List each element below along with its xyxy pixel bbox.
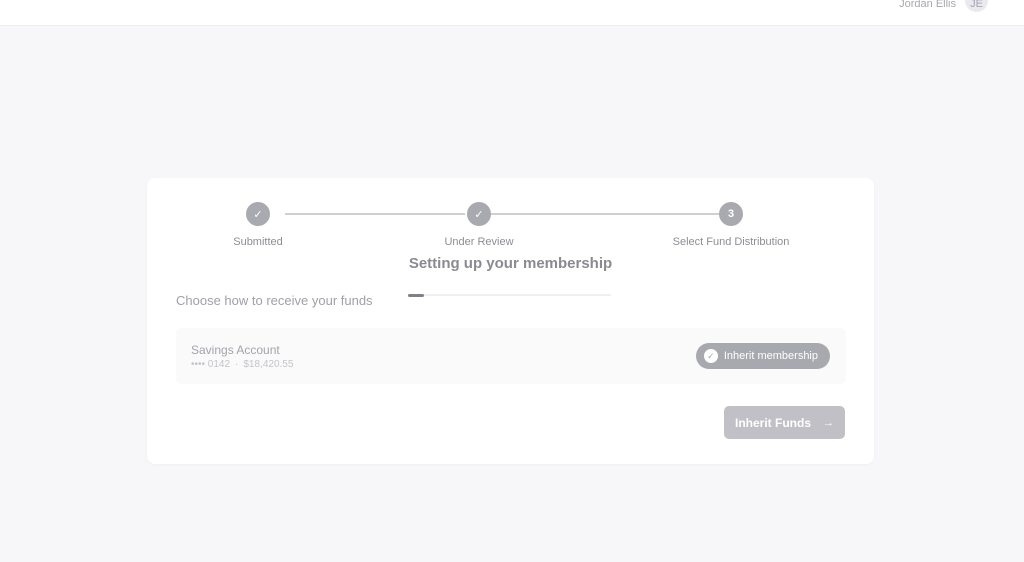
account-separator: · [235, 359, 239, 370]
inherit-funds-button[interactable]: Inherit Funds → [724, 406, 845, 439]
avatar[interactable]: JE [965, 0, 988, 12]
arrow-right-icon: → [823, 416, 834, 429]
step-2-label: Under Review [444, 236, 514, 248]
account-name: Savings Account [191, 343, 280, 357]
step-3-label: Select Fund Distribution [672, 236, 790, 248]
account-option-savings[interactable]: Savings Account •••• 0142 · $18,420.55 ✓ I… [176, 328, 846, 384]
step-2-check-icon: ✓ [467, 202, 491, 226]
user-name: Jordan Ellis [899, 0, 956, 10]
loading-progress-fill [408, 293, 425, 297]
inherit-membership-label: Inherit membership [723, 350, 818, 362]
stepper-line-1 [285, 213, 465, 215]
step-1-check-icon: ✓ [246, 202, 270, 226]
fund-distribution-card: ✓ ✓ 3 Submitted Under Review Select Fund… [147, 178, 874, 464]
top-bar: Jordan Ellis JE [0, 0, 1024, 26]
inherit-funds-label: Inherit Funds [735, 415, 811, 430]
stepper-line-2 [491, 213, 719, 215]
account-balance: $18,420.55 [243, 359, 294, 370]
step-3-number: 3 [719, 202, 743, 226]
account-masked-number: •••• 0142 [191, 359, 231, 370]
loading-title: Setting up your membership [408, 255, 613, 272]
step-1-label: Submitted [233, 236, 283, 248]
account-meta: •••• 0142 · $18,420.55 [191, 359, 293, 370]
loading-progress-bar [408, 293, 611, 297]
section-heading: Choose how to receive your funds [176, 293, 373, 308]
inherit-membership-button[interactable]: ✓ Inherit membership [695, 343, 830, 369]
check-icon: ✓ [703, 349, 718, 363]
